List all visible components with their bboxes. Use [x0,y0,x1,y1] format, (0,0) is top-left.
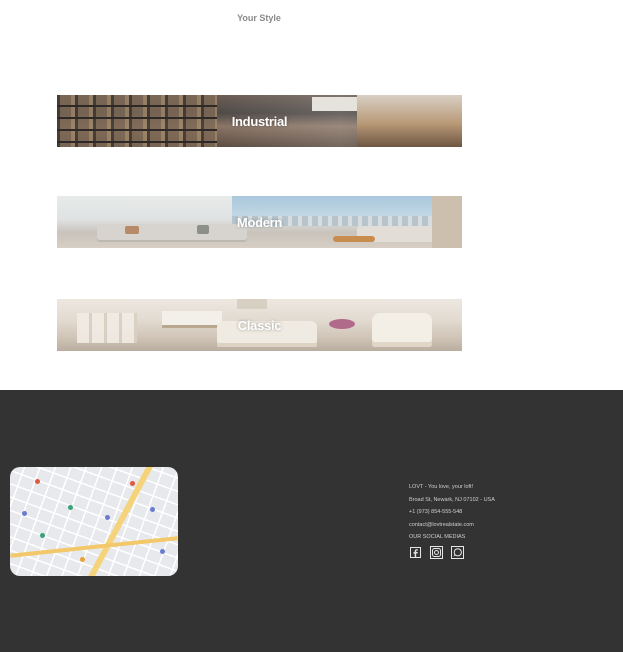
map-pin-icon [40,533,45,538]
location-map[interactable] [10,467,178,576]
contact-info: LOVT - You love, your loft! Broad St, Ne… [409,481,495,544]
map-pin-icon [150,507,155,512]
social-links [409,546,464,559]
facebook-icon[interactable] [409,546,422,559]
style-banner-modern[interactable]: Modern [57,196,462,248]
social-heading: OUR SOCIAL MEDIAS [409,534,466,540]
map-pin-icon [105,515,110,520]
style-banner-industrial[interactable]: Industrial [57,95,462,147]
map-pin-icon [68,505,73,510]
style-label-modern: Modern [236,214,283,230]
footer-phone[interactable]: +1 (973) 854-555-548 [409,506,495,519]
style-banner-classic[interactable]: Classic [57,299,462,351]
map-pin-icon [22,511,27,516]
style-label-industrial: Industrial [231,113,288,129]
map-road [10,536,178,558]
map-pin-icon [130,481,135,486]
style-heading: Your Style [237,13,281,23]
map-pin-icon [160,549,165,554]
footer: LOVT - You love, your loft! Broad St, Ne… [0,390,623,652]
map-pin-icon [35,479,40,484]
footer-email[interactable]: contact@lovtrealstate.com [409,519,495,532]
footer-tagline: LOVT - You love, your loft! [409,484,474,490]
style-label-classic: Classic [237,317,282,333]
map-pin-icon [80,557,85,562]
instagram-icon[interactable] [430,546,443,559]
whatsapp-icon[interactable] [451,546,464,559]
footer-address: Broad St, Newark, NJ 07102 - USA [409,496,495,503]
